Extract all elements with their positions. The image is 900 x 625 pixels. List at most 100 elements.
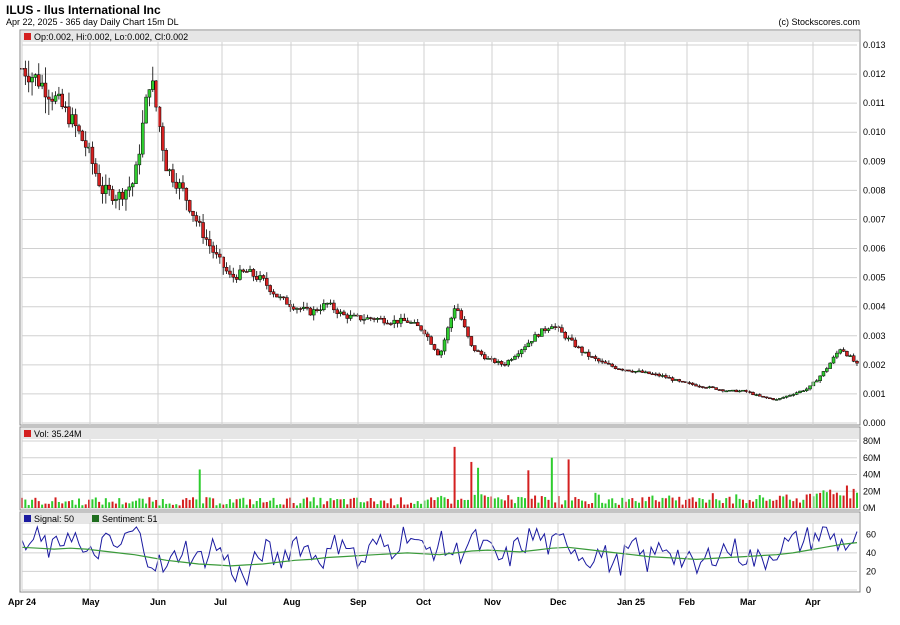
volume-bar [802, 499, 805, 508]
candle-body [191, 210, 195, 216]
price-y-axis: 0.000 0.001 0.002 0.003 0.004 0.005 0.006 0.007… [863, 40, 886, 428]
candle-body [613, 366, 618, 369]
volume-bar [54, 497, 57, 508]
volume-bar [627, 499, 630, 508]
volume-bar [530, 498, 533, 508]
candle-body [248, 269, 252, 272]
candle-body [734, 389, 739, 393]
volume-bar [389, 498, 392, 508]
candle-body [519, 349, 524, 355]
volume-legend: Vol: 35.24M [34, 429, 82, 439]
candle-body [197, 220, 202, 223]
candle-body [140, 122, 145, 155]
sentiment-legend: Sentiment: 51 [102, 514, 158, 524]
volume-bar [638, 502, 641, 508]
volume-bar [725, 498, 728, 508]
volume-bar [470, 461, 473, 508]
candle-body [328, 302, 333, 305]
volume-bar [299, 503, 302, 508]
candle-body [747, 391, 752, 393]
candle-body [120, 191, 125, 200]
candle-body [791, 394, 796, 396]
candle-body [472, 345, 477, 351]
candle-body [576, 346, 581, 349]
candle-body [754, 394, 759, 396]
volume-bar [497, 497, 500, 508]
candle-body [415, 322, 420, 327]
volume-bar [845, 485, 848, 508]
candle-body [529, 341, 534, 344]
volume-bar [114, 503, 117, 508]
volume-bar [829, 489, 832, 508]
volume-tick-label: 60M [863, 453, 881, 463]
candle-body [171, 169, 175, 183]
volume-bar [349, 498, 352, 508]
volume-bar [202, 503, 205, 508]
volume-bar [688, 498, 691, 508]
volume-bar [745, 503, 748, 508]
candle-body [352, 314, 356, 317]
candle-body [781, 397, 785, 399]
volume-bar [74, 504, 77, 508]
volume-bar [47, 503, 50, 508]
candle-body [181, 182, 185, 189]
volume-bar [430, 497, 433, 508]
candle-body [456, 308, 460, 311]
candle-body [187, 200, 192, 212]
candle-body [402, 317, 407, 322]
signal-tick-label: 20 [866, 566, 876, 576]
volume-bar [181, 499, 184, 508]
candle-body [627, 369, 631, 372]
candle-body [50, 98, 54, 102]
candle-body [318, 309, 323, 312]
volume-bar [721, 503, 724, 508]
candle-body [610, 363, 614, 367]
volume-bar [631, 498, 634, 508]
volume-bar [510, 499, 513, 508]
volume-bar [359, 502, 362, 508]
candle-body [60, 93, 64, 107]
volume-bar [379, 500, 382, 508]
candle-body [674, 379, 678, 381]
candle-body [650, 373, 655, 376]
candle-body [110, 189, 115, 201]
x-tick-label: May [82, 597, 100, 607]
candle-body [137, 153, 142, 166]
volume-bar [148, 497, 151, 508]
candle-body [265, 278, 269, 286]
candle-body [234, 276, 239, 280]
volume-bar [698, 498, 701, 508]
volume-bar [540, 496, 543, 508]
volume-bar [614, 503, 617, 508]
volume-bar [534, 495, 537, 508]
candle-body [144, 96, 148, 124]
candle-body [794, 392, 799, 395]
candle-body [23, 68, 28, 77]
candle-body [546, 328, 551, 331]
candle-body [845, 351, 849, 357]
candle-body [47, 96, 51, 100]
candle-body [124, 189, 128, 200]
volume-bar [155, 499, 158, 508]
candle-body [788, 395, 792, 397]
volume-bar [81, 505, 84, 508]
candle-body [744, 389, 749, 392]
candle-body [643, 371, 648, 374]
volume-bar [695, 501, 698, 508]
candle-body [342, 311, 346, 316]
volume-bar [238, 498, 241, 508]
candle-body [815, 380, 819, 383]
volume-bar [651, 495, 654, 508]
volume-bar [456, 499, 459, 508]
volume-bar [809, 493, 812, 508]
candle-body [697, 385, 702, 388]
volume-legend-bar [21, 428, 859, 439]
volume-bar [654, 500, 657, 508]
candle-body [469, 336, 474, 346]
volume-bar [500, 499, 503, 508]
volume-bar [752, 501, 755, 508]
price-tick-label: 0.009 [863, 156, 886, 166]
candle-body [104, 184, 108, 194]
volume-bar [141, 498, 144, 508]
signal-legend: Signal: 50 [34, 514, 74, 524]
